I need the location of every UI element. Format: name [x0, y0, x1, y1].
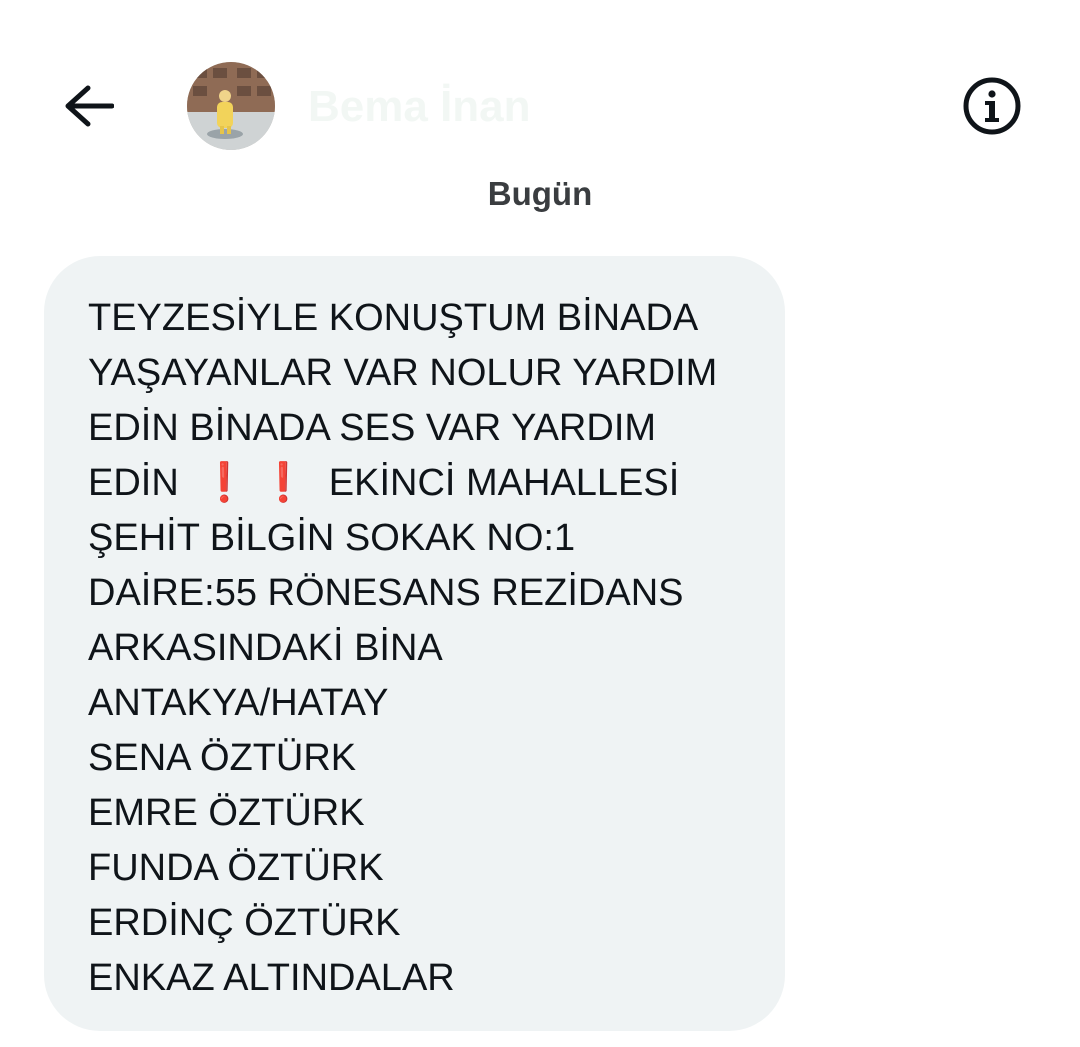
date-separator: Bugün — [487, 175, 593, 212]
message-line: EMRE ÖZTÜRK — [88, 792, 365, 834]
message-line: DAİRE:55 RÖNESANS REZİDANS — [88, 572, 684, 614]
message-line: ANTAKYA/HATAY — [88, 682, 389, 724]
message-line: TEYZESİYLE KONUŞTUM BİNADA — [88, 297, 699, 339]
message-line: YAŞAYANLAR VAR NOLUR YARDIM — [88, 352, 718, 394]
message-line-with-emoji: EDİN ❗ ❗ EKİNCİ MAHALLESİ — [88, 456, 755, 511]
message-line: FUNDA ÖZTÜRK — [88, 847, 384, 889]
message-line: SENA ÖZTÜRK — [88, 737, 357, 779]
message-line: ERDİNÇ ÖZTÜRK — [88, 902, 401, 944]
exclamation-emoji-icon: ❗ — [200, 462, 249, 504]
message-line: ENKAZ ALTINDALAR — [88, 957, 455, 999]
contact-name[interactable]: Bema İnan — [308, 82, 531, 132]
exclamation-emoji-icon: ❗ — [259, 462, 307, 504]
message-bubble[interactable]: TEYZESİYLE KONUŞTUM BİNADA YAŞAYANLAR VA… — [44, 256, 785, 1031]
message-line: ARKASINDAKİ BİNA — [88, 627, 443, 669]
message-text: EKİNCİ MAHALLESİ — [328, 462, 680, 504]
message-line: EDİN BİNADA SES VAR YARDIM — [88, 407, 657, 449]
info-button[interactable] — [962, 76, 1022, 136]
arrow-left-icon — [65, 85, 114, 127]
avatar[interactable] — [187, 62, 275, 150]
profile-photo — [187, 62, 275, 150]
message-text: EDİN — [88, 462, 179, 504]
message-line: ŞEHİT BİLGİN SOKAK NO:1 — [88, 517, 576, 559]
conversation-header: Bema İnan — [0, 0, 1080, 160]
info-circle-icon — [963, 77, 1021, 135]
back-button[interactable] — [58, 78, 118, 134]
